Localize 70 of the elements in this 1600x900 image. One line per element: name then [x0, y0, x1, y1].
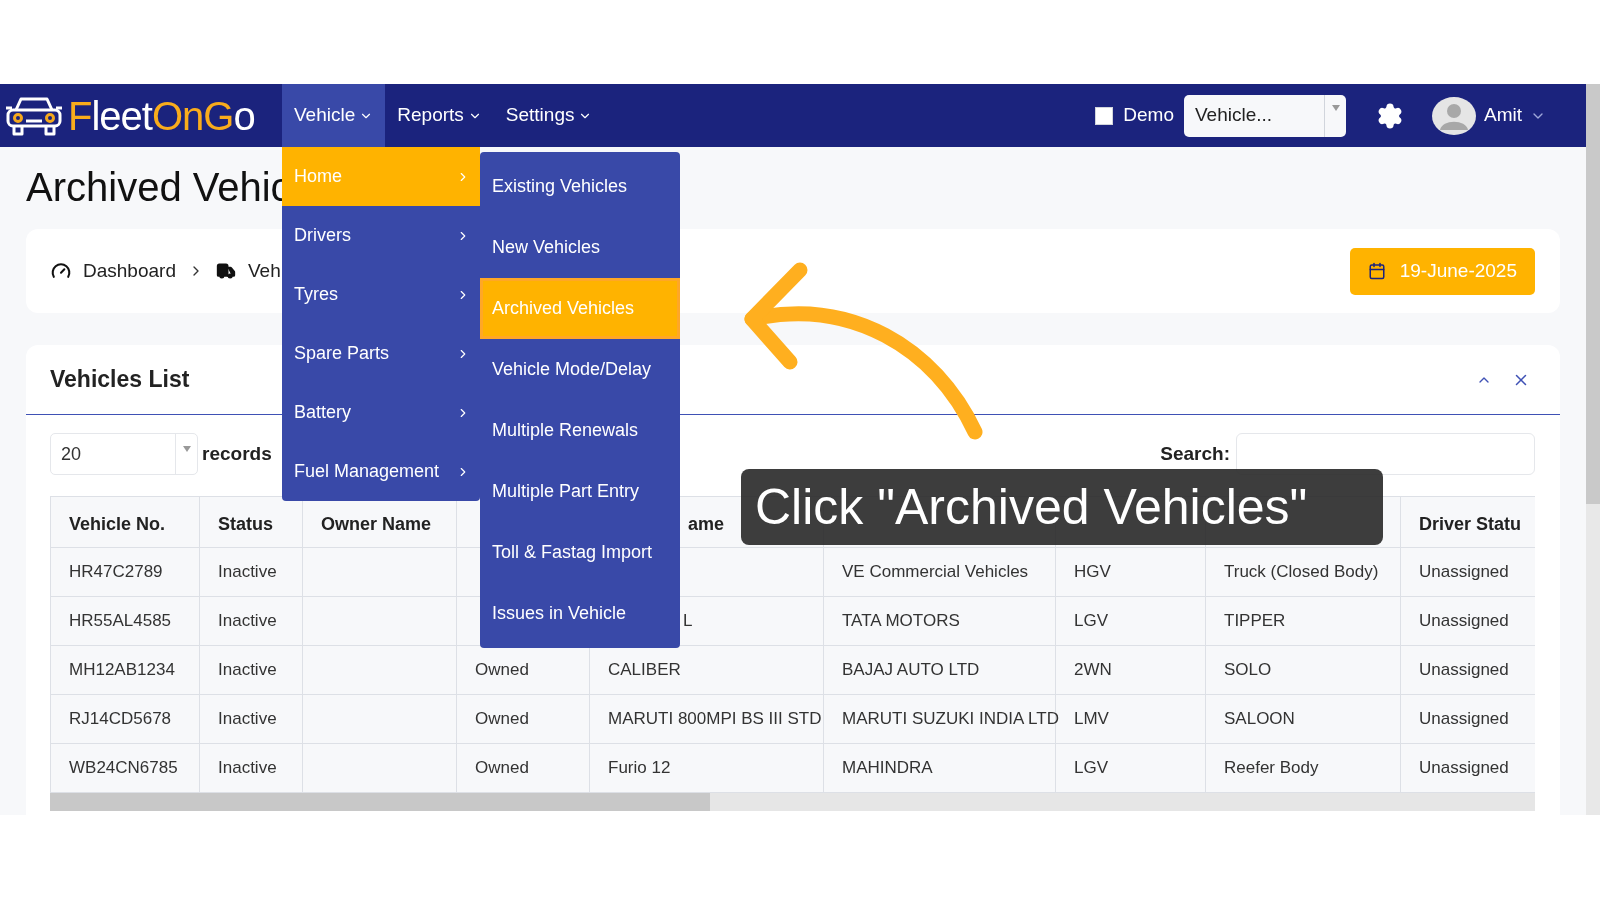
- table-cell: Unassigned: [1400, 547, 1535, 597]
- page-size-select[interactable]: 20: [50, 433, 198, 475]
- table-cell: Owned: [456, 694, 590, 744]
- table-cell: Unassigned: [1400, 743, 1535, 793]
- table-cell: MARUTI 800MPI BS III STD: [589, 694, 824, 744]
- column-header: Status: [199, 496, 303, 548]
- breadcrumb-link[interactable]: Dashboard: [83, 256, 176, 286]
- column-header: Driver Statu: [1400, 496, 1535, 548]
- truck-icon: [215, 261, 236, 281]
- table-cell: Inactive: [199, 743, 303, 793]
- table-cell: RJ14CD5678: [50, 694, 200, 744]
- table-cell: TIPPER: [1205, 596, 1401, 646]
- table-cell: Inactive: [199, 596, 303, 646]
- dropdown-caret-icon: [182, 446, 191, 452]
- table-cell: CALIBER: [589, 645, 824, 695]
- dropdown-item[interactable]: Drivers: [282, 206, 480, 265]
- nav-menu-item[interactable]: Vehicle: [282, 84, 386, 147]
- demo-label: Demo: [1123, 103, 1174, 128]
- table-cell: MH12AB1234: [50, 645, 200, 695]
- table-cell: VE Commercial Vehicles: [823, 547, 1056, 597]
- avatar-icon: [1432, 96, 1476, 135]
- table-cell: WB24CN6785: [50, 743, 200, 793]
- user-name[interactable]: Amit: [1484, 101, 1522, 130]
- table-cell: Truck (Closed Body): [1205, 547, 1401, 597]
- table-cell: Unassigned: [1400, 596, 1535, 646]
- app-logo: FleetOnGo: [68, 95, 255, 136]
- table-cell: HGV: [1055, 547, 1206, 597]
- dropdown-item[interactable]: Tyres: [282, 265, 480, 324]
- search-label: Search:: [1160, 441, 1230, 466]
- settings-icon[interactable]: [1376, 101, 1404, 130]
- dropdown-item[interactable]: Spare Parts: [282, 324, 480, 383]
- table-cell: SOLO: [1205, 645, 1401, 695]
- dropdown-item[interactable]: Battery: [282, 383, 480, 442]
- table-cell: Furio 12: [589, 743, 824, 793]
- table-cell: Unassigned: [1400, 645, 1535, 695]
- nav-menu-item[interactable]: Settings: [493, 84, 605, 147]
- table-cell: TATA MOTORS: [823, 596, 1056, 646]
- search-field[interactable]: [1236, 433, 1535, 475]
- demo-checkbox[interactable]: [1095, 106, 1114, 125]
- submenu-item[interactable]: Vehicle Mode/Delay: [480, 339, 680, 400]
- table-cell: Owned: [456, 743, 590, 793]
- horizontal-scrollbar[interactable]: [50, 793, 1535, 811]
- table-cell: Inactive: [199, 694, 303, 744]
- nav-menu-item[interactable]: Reports: [385, 84, 494, 147]
- table-cell: LGV: [1055, 743, 1206, 793]
- records-label: records: [202, 441, 272, 466]
- submenu-item[interactable]: Existing Vehicles: [480, 156, 680, 217]
- column-header: Vehicle No.: [50, 496, 200, 548]
- vertical-scrollbar[interactable]: [1586, 84, 1600, 815]
- table-cell: Unassigned: [1400, 694, 1535, 744]
- table-cell: MAHINDRA: [823, 743, 1056, 793]
- card-title: Vehicles List: [50, 365, 190, 395]
- vehicle-select[interactable]: Vehicle...: [1184, 94, 1346, 137]
- submenu-item[interactable]: Multiple Renewals: [480, 400, 680, 461]
- submenu-item[interactable]: New Vehicles: [480, 217, 680, 278]
- table-cell: SALOON: [1205, 694, 1401, 744]
- table-cell: HR55AL4585: [50, 596, 200, 646]
- calendar-icon: [1367, 262, 1386, 280]
- table-cell: Inactive: [199, 645, 303, 695]
- table-cell: Inactive: [199, 547, 303, 597]
- table-cell: LGV: [1055, 596, 1206, 646]
- gauge-icon: [51, 261, 71, 281]
- table-cell: 2WN: [1055, 645, 1206, 695]
- table-cell: Owned: [456, 645, 590, 695]
- instruction-tooltip: Click "Archived Vehicles": [741, 469, 1383, 545]
- table-cell: HR47C2789: [50, 547, 200, 597]
- dropdown-caret-icon: [1331, 104, 1340, 111]
- table-cell: BAJAJ AUTO LTD: [823, 645, 1056, 695]
- breadcrumb-link[interactable]: Veh: [247, 256, 281, 286]
- table-cell: Reefer Body: [1205, 743, 1401, 793]
